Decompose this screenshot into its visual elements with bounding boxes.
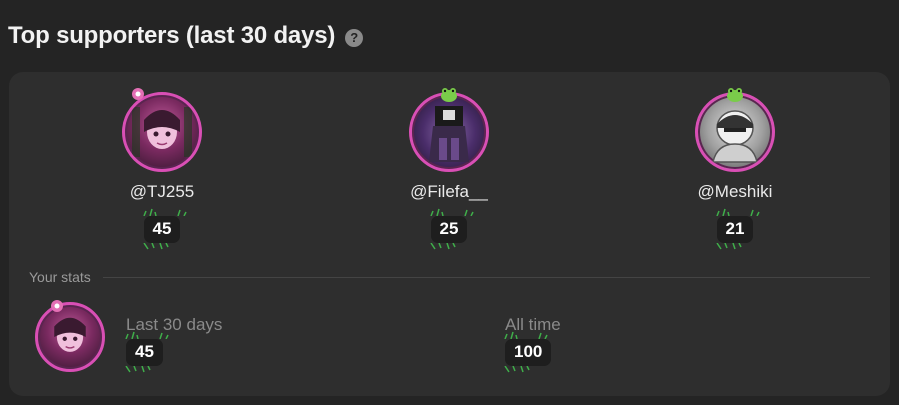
- all-time-count: 100: [504, 331, 552, 373]
- divider-line: [102, 276, 870, 278]
- supporter-2[interactable]: @Filefa__ 25: [349, 72, 549, 250]
- supporter-count: 21: [715, 208, 760, 250]
- sprout-icon: [504, 366, 530, 373]
- frog-badge-icon: [441, 88, 457, 102]
- page-title: Top supporters (last 30 days): [8, 22, 336, 49]
- sprout-icon: [715, 208, 760, 216]
- sprout-icon: [142, 243, 169, 250]
- flower-badge-icon: [51, 300, 63, 312]
- avatar[interactable]: [409, 92, 489, 172]
- sprout-icon: [125, 331, 169, 339]
- supporter-count: 25: [429, 208, 474, 250]
- sprout-icon: [142, 208, 187, 216]
- frog-badge-icon: [727, 88, 743, 102]
- supporter-handle[interactable]: @TJ255: [130, 182, 195, 202]
- supporter-handle[interactable]: @Meshiki: [698, 182, 773, 202]
- supporter-1[interactable]: @TJ255 45: [62, 72, 262, 250]
- avatar[interactable]: [122, 92, 202, 172]
- flower-badge-icon: [132, 88, 144, 100]
- sprout-icon: [125, 366, 151, 373]
- your-stats-divider: Your stats: [29, 269, 870, 285]
- help-icon[interactable]: ?: [345, 28, 364, 47]
- supporter-count: 45: [142, 208, 187, 250]
- sprout-icon: [504, 331, 548, 339]
- your-avatar-wrap: [35, 300, 105, 372]
- sprout-icon: [429, 208, 474, 216]
- supporter-handle[interactable]: @Filefa__: [410, 182, 488, 202]
- avatar[interactable]: [35, 302, 105, 372]
- your-stats-label: Your stats: [29, 269, 91, 285]
- header: Top supporters (last 30 days) ?: [8, 22, 364, 50]
- sprout-icon: [715, 243, 742, 250]
- sprout-icon: [429, 243, 456, 250]
- supporter-3[interactable]: @Meshiki 21: [635, 72, 835, 250]
- last-30-days-count: 45: [125, 331, 169, 373]
- supporters-card: @TJ255 45 @Filefa__ 25 @Meshiki 21 Your …: [9, 72, 890, 396]
- avatar[interactable]: [695, 92, 775, 172]
